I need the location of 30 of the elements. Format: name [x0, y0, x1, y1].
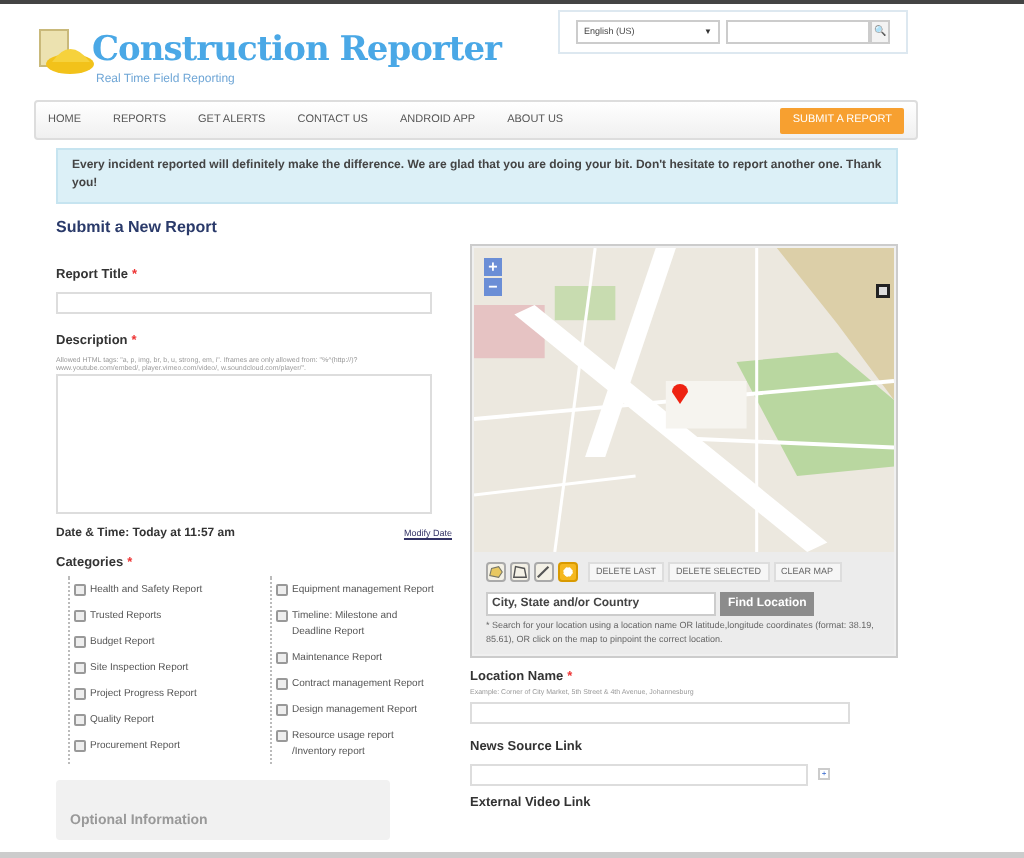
site-title: Construction Reporter — [92, 28, 501, 72]
pencil-icon — [536, 564, 552, 580]
hardhat-logo-icon — [36, 28, 96, 76]
news-link-field[interactable] — [470, 763, 808, 786]
checkbox[interactable] — [74, 687, 86, 700]
map-tool-button[interactable] — [510, 562, 530, 582]
description-field[interactable] — [56, 373, 432, 513]
checkbox[interactable] — [74, 739, 86, 752]
checkbox[interactable] — [276, 583, 288, 596]
hand-icon — [488, 564, 504, 580]
sun-icon — [560, 564, 576, 580]
checkbox[interactable] — [74, 635, 86, 648]
checkbox[interactable] — [74, 583, 86, 596]
checkbox[interactable] — [276, 729, 288, 742]
checkbox[interactable] — [276, 703, 288, 716]
report-title-field[interactable] — [56, 291, 432, 314]
checkbox[interactable] — [74, 661, 86, 674]
map-pin-icon — [672, 384, 688, 404]
checkbox[interactable] — [74, 713, 86, 726]
form-heading: Submit a New Report — [56, 216, 219, 240]
location-name-field[interactable] — [470, 702, 850, 724]
polygon-icon — [512, 564, 528, 580]
checkbox[interactable] — [74, 609, 86, 622]
map-tool-button[interactable] — [486, 562, 506, 582]
search-field[interactable] — [726, 20, 870, 44]
map-tool-button[interactable] — [534, 562, 554, 582]
checkbox[interactable] — [276, 651, 288, 664]
checkbox[interactable] — [276, 609, 288, 622]
checkbox[interactable] — [276, 677, 288, 690]
layers-icon — [876, 284, 890, 298]
